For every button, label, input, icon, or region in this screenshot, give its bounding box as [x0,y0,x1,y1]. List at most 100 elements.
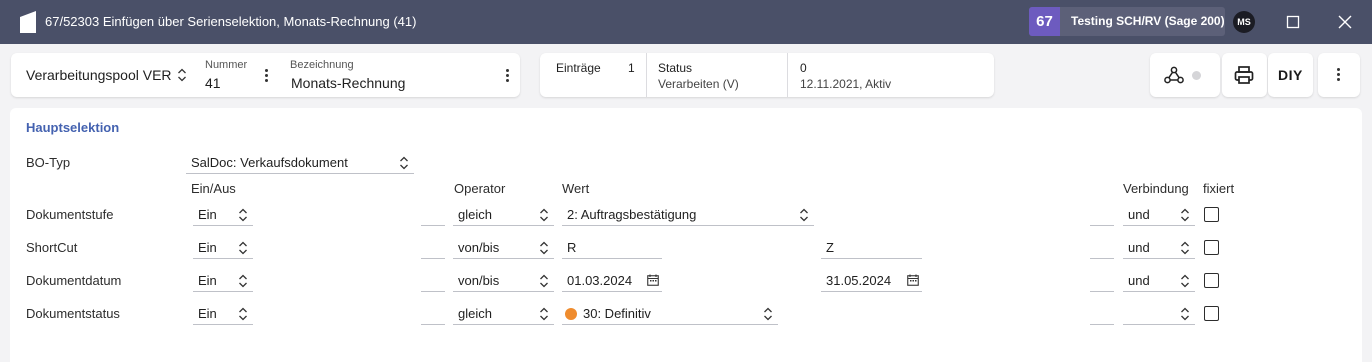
bracket-open-field[interactable] [421,270,445,292]
operator-select[interactable]: gleich [453,303,554,325]
info-count: 0 [800,61,807,75]
operator-select[interactable]: von/bis [453,237,554,259]
chevron-updown-icon [540,307,548,321]
network-icon [1164,66,1184,84]
bracket-open-field[interactable] [421,237,445,259]
close-icon[interactable] [1331,8,1359,36]
date-from-input[interactable]: 01.03.2024 [562,270,662,292]
bezeichnung-value[interactable]: Monats-Rechnung [291,75,405,91]
fixiert-checkbox[interactable] [1204,306,1219,321]
operator-value: von/bis [458,240,500,255]
maximize-icon[interactable] [1279,8,1307,36]
eintraege-value: 1 [628,61,635,75]
wert-select[interactable]: 2: Auftragsbestätigung [562,204,814,226]
tenant-number: 67 [1029,7,1060,36]
tenant-badge[interactable]: 67 Testing SCH/RV (Sage 200) [1029,7,1225,36]
info-divider [646,53,647,97]
chevron-updown-icon [239,208,247,222]
bracket-close-field[interactable] [1090,204,1114,226]
diy-icon: DIY [1278,67,1303,83]
bracket-open-field[interactable] [421,303,445,325]
bezeichnung-menu-icon[interactable] [506,69,510,83]
operator-value: gleich [458,207,492,222]
bracket-close-field[interactable] [1090,237,1114,259]
user-avatar[interactable]: MS [1233,11,1255,33]
pool-select[interactable]: Verarbeitungspool VER [26,67,172,83]
operator-select[interactable]: von/bis [453,270,554,292]
status-select-value: 30: Definitiv [583,306,651,321]
row-label-shortcut: ShortCut [26,240,78,255]
eintraege-label: Einträge [556,61,601,75]
bracket-close-field[interactable] [1090,303,1114,325]
ein-aus-value: Ein [198,306,217,321]
column-verbindung: Verbindung [1123,181,1189,196]
chevron-updown-icon [239,241,247,255]
verbindung-value: und [1128,273,1150,288]
chevron-updown-icon [800,208,808,222]
chevron-updown-icon [1181,208,1189,222]
column-operator: Operator [454,181,506,196]
chevron-updown-icon [239,307,247,321]
wert-from-value: R [567,240,577,255]
print-icon [1234,66,1254,84]
more-icon [1337,68,1341,82]
verbindung-value: und [1128,240,1150,255]
operator-select[interactable]: gleich [453,204,554,226]
calendar-icon[interactable] [907,274,919,286]
column-wert: Wert [562,181,590,196]
wert-to-value: Z [826,240,834,255]
window-title: 67/52303 Einfügen über Serienselektion, … [45,14,417,29]
verbindung-select[interactable]: und [1123,237,1195,259]
chevron-updown-icon [1181,274,1189,288]
chevron-updown-icon [540,208,548,222]
status-color-icon [565,308,577,320]
wert-to-input[interactable]: Z [821,237,922,259]
info-divider [787,53,788,97]
fixiert-checkbox[interactable] [1204,240,1219,255]
row-label-dokumentstatus: Dokumentstatus [26,306,120,321]
row-label-dokumentdatum: Dokumentdatum [26,273,122,288]
chevron-updown-icon [764,307,772,321]
bezeichnung-label: Bezeichnung [290,59,354,71]
calendar-icon[interactable] [647,274,659,286]
main-selection-panel: Hauptselektion BO-Typ SalDoc: Verkaufsdo… [10,108,1362,362]
verbindung-select[interactable]: und [1123,204,1195,226]
info-card: Einträge 1 Status Verarbeiten (V) 0 12.1… [540,53,994,97]
chevron-updown-icon [1181,307,1189,321]
wert-from-input[interactable]: R [562,237,662,259]
ein-aus-value: Ein [198,207,217,222]
verbindung-value: und [1128,207,1150,222]
ein-aus-select[interactable]: Ein [193,237,253,259]
verbindung-select[interactable] [1123,303,1195,325]
ein-aus-select[interactable]: Ein [193,303,253,325]
chevron-updown-icon [1181,241,1189,255]
nummer-menu-icon[interactable] [265,69,269,83]
date-to-input[interactable]: 31.05.2024 [821,270,922,292]
bo-typ-select[interactable]: SalDoc: Verkaufsdokument [186,152,414,174]
chevron-updown-icon [239,274,247,288]
bracket-close-field[interactable] [1090,270,1114,292]
chevron-updown-icon [540,241,548,255]
diy-button[interactable]: DIY [1268,53,1313,97]
ein-aus-value: Ein [198,273,217,288]
more-button[interactable] [1318,53,1360,97]
ein-aus-select[interactable]: Ein [193,270,253,292]
chevron-updown-icon[interactable] [177,68,187,82]
ein-aus-select[interactable]: Ein [193,204,253,226]
fixiert-checkbox[interactable] [1204,273,1219,288]
nummer-label: Nummer [205,59,248,71]
print-button[interactable] [1222,53,1267,97]
verbindung-select[interactable]: und [1123,270,1195,292]
bo-typ-label: BO-Typ [26,155,71,170]
nummer-value[interactable]: 41 [205,75,221,91]
chevron-updown-icon [540,274,548,288]
date-from-value: 01.03.2024 [567,273,633,288]
operator-value: gleich [458,306,492,321]
network-status-button[interactable] [1150,53,1220,97]
section-title: Hauptselektion [26,120,120,135]
status-select[interactable]: 30: Definitiv [562,303,778,325]
fixiert-checkbox[interactable] [1204,207,1219,222]
bracket-open-field[interactable] [421,204,445,226]
status-value: Verarbeiten (V) [658,77,739,91]
app-logo-icon [20,11,36,33]
